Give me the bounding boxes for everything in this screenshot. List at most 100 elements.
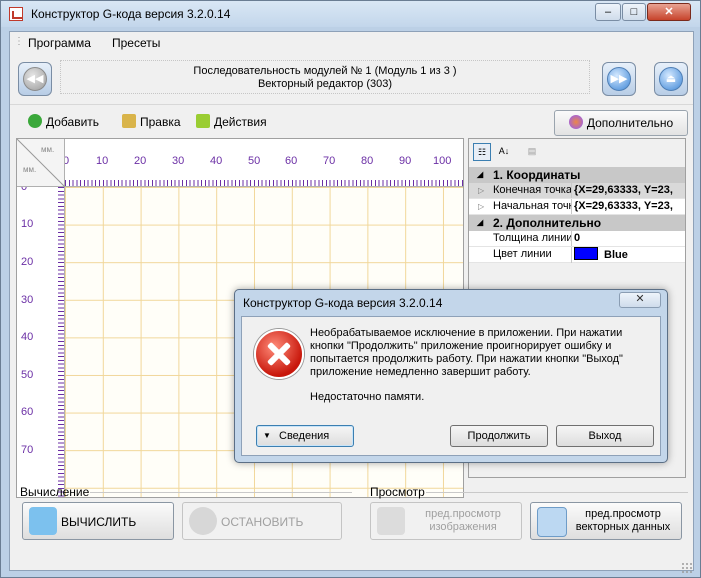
ruler-horizontal: 0 10 20 30 40 50 60 70 80 90 100: [63, 139, 463, 187]
eject-button[interactable]: ⏏: [654, 62, 688, 96]
ruler-x-label: 90: [399, 155, 412, 167]
property-value[interactable]: 0: [571, 231, 685, 246]
add-button[interactable]: Добавить: [28, 114, 99, 129]
preview-image-button[interactable]: пред.просмотр изображения: [370, 502, 522, 540]
title-bar: Конструктор G-кода версия 3.2.0.14 – □ ✕: [1, 1, 700, 27]
ruler-y-label: 30: [21, 294, 34, 306]
stop-button[interactable]: ОСТАНОВИТЬ: [182, 502, 342, 540]
expand-icon[interactable]: ▷: [478, 183, 484, 198]
ruler-x-label: 60: [285, 155, 298, 167]
ruler-y-label: 60: [21, 406, 34, 418]
preview-group-divider: [426, 492, 688, 493]
category-title: 1. Координаты: [493, 168, 581, 182]
property-value[interactable]: Blue: [571, 247, 685, 263]
category-additional[interactable]: ◢ 2. Дополнительно: [469, 215, 685, 231]
corner-unit-top: мм.: [41, 145, 55, 154]
ruler-x-label: 20: [134, 155, 147, 167]
ruler-vertical: 0 10 20 30 40 50 60 70: [17, 181, 65, 497]
property-value[interactable]: {X=29,63333, Y=23,: [571, 199, 685, 214]
property-value[interactable]: {X=29,63333, Y=23,: [571, 183, 685, 198]
property-toolbar: ☷ A↓ ▤: [469, 139, 685, 165]
palette-icon: [568, 115, 583, 129]
calculate-button[interactable]: ВЫЧИСЛИТЬ: [22, 502, 174, 540]
property-end-point[interactable]: ▷ Конечная точка {X=29,63333, Y=23,: [469, 183, 685, 199]
window-title: Конструктор G-кода версия 3.2.0.14: [31, 7, 231, 21]
minimize-button[interactable]: –: [595, 3, 621, 21]
property-name: Толщина линии: [493, 232, 571, 244]
collapse-icon[interactable]: ◢: [477, 167, 483, 183]
sequence-info: Последовательность модулей № 1 (Модуль 1…: [60, 60, 590, 94]
rewind-icon: ◀◀: [23, 67, 47, 91]
close-button[interactable]: ✕: [647, 3, 691, 21]
stop-label: ОСТАНОВИТЬ: [221, 515, 304, 529]
vector-preview-icon: [537, 507, 567, 537]
menu-presets[interactable]: Пресеты: [112, 36, 160, 50]
error-dialog: Конструктор G-кода версия 3.2.0.14 ✕ Нео…: [234, 289, 668, 463]
error-message: Необрабатываемое исключение в приложении…: [310, 327, 623, 378]
property-name: Цвет линии: [493, 248, 552, 260]
calc-group-label: Вычисление: [20, 485, 90, 499]
actions-label: Действия: [214, 115, 267, 129]
preview-vector-label: пред.просмотр векторных данных: [575, 508, 671, 533]
category-coordinates[interactable]: ◢ 1. Координаты: [469, 167, 685, 183]
cubes-icon: [196, 114, 210, 128]
details-button[interactable]: Сведения: [256, 425, 354, 447]
more-button[interactable]: Дополнительно: [554, 110, 688, 136]
ruler-corner: мм. мм.: [17, 139, 65, 187]
error-icon: [254, 329, 304, 379]
ruler-x-label: 50: [248, 155, 261, 167]
property-start-point[interactable]: ▷ Начальная точка {X=29,63333, Y=23,: [469, 199, 685, 215]
property-line-width[interactable]: Толщина линии 0: [469, 231, 685, 247]
ruler-x-label: 70: [323, 155, 336, 167]
eject-icon: ⏏: [659, 67, 683, 91]
stop-icon: [189, 507, 217, 535]
continue-button[interactable]: Продолжить: [450, 425, 548, 447]
fast-forward-icon: ▶▶: [607, 67, 631, 91]
expand-icon[interactable]: ▷: [478, 199, 484, 214]
categorized-view-icon[interactable]: ☷: [473, 143, 491, 161]
menu-program[interactable]: Программа: [28, 36, 91, 50]
exit-button[interactable]: Выход: [556, 425, 654, 447]
preview-group-label: Просмотр: [370, 485, 425, 499]
ruler-y-label: 40: [21, 331, 34, 343]
ruler-y-label: 70: [21, 444, 34, 456]
maximize-button[interactable]: □: [622, 3, 646, 21]
previous-module-button[interactable]: ◀◀: [18, 62, 52, 96]
ruler-x-label: 80: [361, 155, 374, 167]
editor-toolbar: Добавить Правка Действия Дополнительно: [14, 108, 690, 136]
add-label: Добавить: [46, 115, 100, 129]
next-module-button[interactable]: ▶▶: [602, 62, 636, 96]
color-swatch: [574, 247, 598, 260]
sequence-line-2: Векторный редактор (303): [257, 78, 393, 90]
property-line-color[interactable]: Цвет линии Blue: [469, 247, 685, 263]
menu-grip: ⋮: [14, 36, 24, 47]
preview-vector-button[interactable]: пред.просмотр векторных данных: [530, 502, 682, 540]
preview-image-label: пред.просмотр изображения: [425, 508, 501, 533]
ruler-y-label: 50: [21, 369, 34, 381]
resize-grip[interactable]: [681, 562, 693, 574]
sort-alphabetical-icon[interactable]: A↓: [495, 143, 513, 161]
calculate-label: ВЫЧИСЛИТЬ: [61, 515, 137, 529]
more-label: Дополнительно: [586, 116, 674, 130]
category-title: 2. Дополнительно: [493, 216, 602, 230]
ruler-x-label: 100: [433, 155, 452, 167]
ruler-x-label: 30: [172, 155, 185, 167]
calc-group-divider: [90, 492, 352, 493]
dialog-close-button[interactable]: ✕: [619, 292, 661, 308]
sequence-panel: ◀◀ Последовательность модулей № 1 (Модул…: [10, 56, 693, 105]
property-name: Конечная точка: [493, 184, 571, 196]
ruler-x-label: 10: [96, 155, 109, 167]
actions-button[interactable]: Действия: [196, 114, 267, 129]
dialog-body: Необрабатываемое исключение в приложении…: [241, 316, 661, 456]
image-preview-icon: [377, 507, 405, 535]
color-name: Blue: [604, 249, 628, 261]
refresh-icon: [29, 507, 57, 535]
dialog-title: Конструктор G-кода версия 3.2.0.14: [243, 296, 443, 310]
collapse-icon[interactable]: ◢: [477, 215, 483, 231]
plus-icon: [28, 114, 42, 128]
ruler-x-label: 40: [210, 155, 223, 167]
brush-icon: [122, 114, 136, 128]
property-pages-icon[interactable]: ▤: [523, 143, 541, 161]
edit-button[interactable]: Правка: [122, 114, 181, 129]
sequence-line-1: Последовательность модулей № 1 (Модуль 1…: [193, 65, 457, 77]
